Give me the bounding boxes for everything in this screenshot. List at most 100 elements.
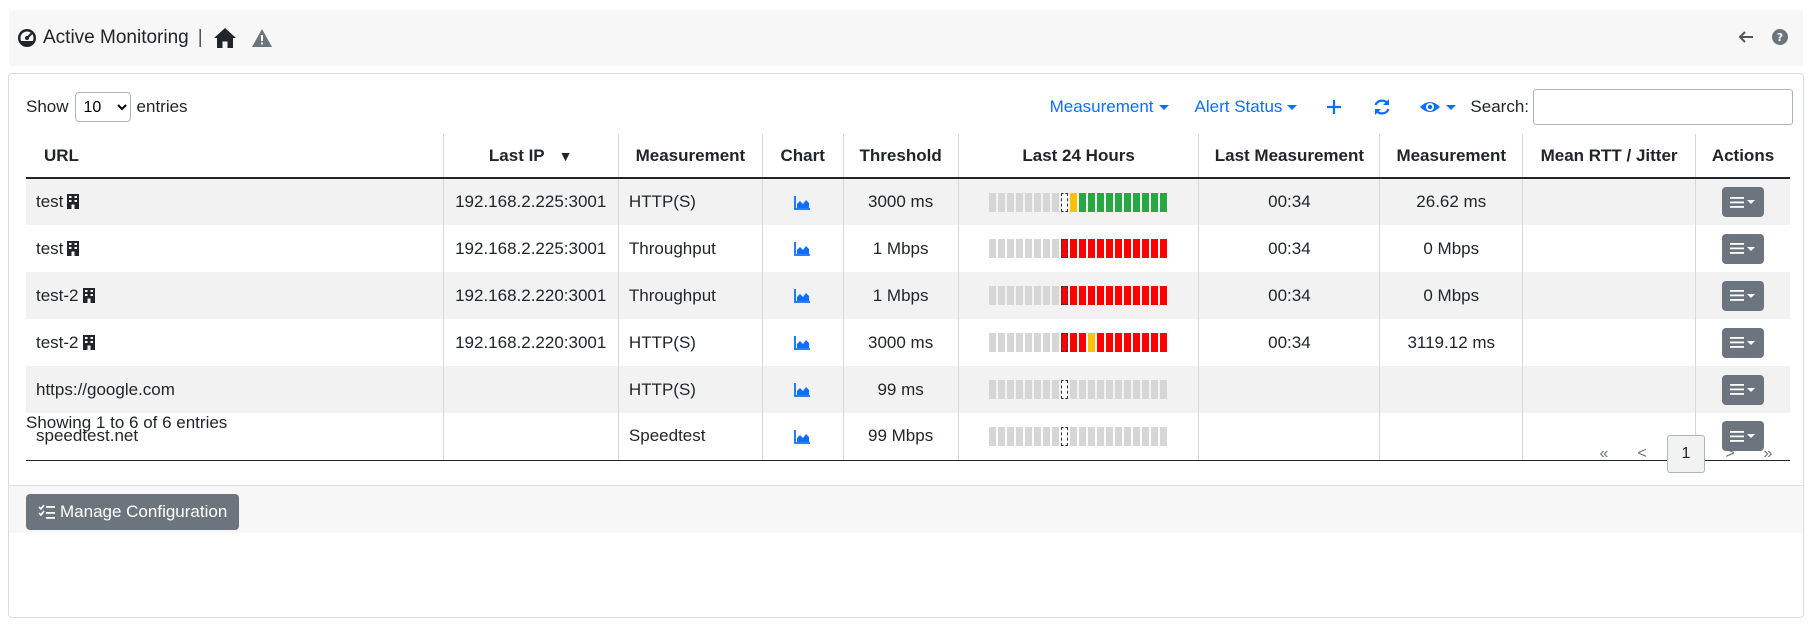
history-bar [1123, 426, 1131, 446]
search-label: Search: [1470, 97, 1529, 116]
threshold-text: 1 Mbps [872, 238, 929, 258]
history-bar [1024, 380, 1032, 399]
help-icon[interactable]: ? [1771, 28, 1789, 46]
history-bar [1087, 286, 1095, 305]
history-bar [1150, 380, 1158, 399]
threshold-text: 1 Mbps [872, 285, 929, 305]
measurement-value-text: 0 Mbps [1423, 285, 1480, 305]
cell-url[interactable]: test-2 [26, 272, 444, 319]
row-actions-button[interactable] [1721, 280, 1764, 311]
chart-area-icon[interactable] [794, 383, 811, 397]
page-current-button[interactable]: 1 [1667, 435, 1705, 473]
entries-label: entries [136, 97, 188, 116]
history-bar [1042, 239, 1050, 258]
column-header-last-24-hours[interactable]: Last 24 Hours [958, 134, 1200, 179]
add-icon[interactable] [1323, 96, 1345, 118]
url-text: test [36, 192, 64, 211]
history-bar [1060, 192, 1068, 212]
page-prev-button[interactable]: < [1623, 435, 1661, 473]
column-header-last-ip[interactable]: Last IP ▼ [443, 134, 619, 179]
page-last-button[interactable]: » [1749, 435, 1787, 473]
table-info: Showing 1 to 6 of 6 entries [26, 413, 228, 432]
history-bar [1114, 286, 1122, 305]
history-bar [1096, 192, 1104, 212]
list-icon [1730, 337, 1745, 348]
history-bar [988, 286, 996, 305]
row-actions-button[interactable] [1721, 374, 1764, 405]
cell-chart [762, 366, 844, 413]
threshold-text: 99 Mbps [868, 426, 934, 446]
threshold-text: 3000 ms [868, 332, 934, 352]
url-text: test-2 [36, 285, 79, 305]
column-header-measurement-value[interactable]: Measurement [1379, 134, 1524, 179]
visibility-dropdown[interactable] [1419, 96, 1457, 118]
history-bar [997, 426, 1005, 446]
manage-configuration-button[interactable]: Manage Configuration [26, 494, 240, 530]
column-header-threshold[interactable]: Threshold [843, 134, 959, 179]
column-header-actions: Actions [1695, 134, 1790, 179]
cell-last-ip [443, 366, 619, 413]
history-bar [1069, 286, 1077, 305]
column-header-last-measurement[interactable]: Last Measurement [1198, 134, 1381, 179]
row-actions-button[interactable] [1721, 187, 1764, 217]
cell-url[interactable]: https://google.com [26, 366, 444, 413]
page-first-button[interactable]: « [1585, 435, 1623, 473]
history-bar [1150, 192, 1158, 212]
measurement-filter-dropdown[interactable]: Measurement [1050, 97, 1169, 117]
manage-configuration-label: Manage Configuration [60, 502, 228, 521]
chart-area-icon[interactable] [794, 195, 811, 210]
measurement-type-text: HTTP(S) [628, 332, 696, 352]
refresh-icon[interactable] [1371, 96, 1393, 118]
measurement-type-text: HTTP(S) [628, 192, 696, 211]
history-bar [1006, 426, 1014, 446]
chart-area-icon[interactable] [794, 289, 811, 303]
history-bar [1024, 426, 1032, 446]
building-icon [67, 194, 80, 209]
history-bar [1024, 192, 1032, 212]
cell-measurement: HTTP(S) [618, 178, 763, 225]
history-bar [1114, 426, 1122, 446]
cell-measurement-value: 26.62 ms [1379, 178, 1524, 225]
chevron-down-icon [1446, 104, 1457, 110]
page-next-button[interactable]: > [1711, 435, 1749, 473]
page-size-select[interactable]: 102550100 [74, 92, 131, 122]
chart-area-icon[interactable] [794, 242, 811, 256]
chart-area-icon[interactable] [794, 336, 811, 350]
home-icon[interactable] [213, 27, 237, 49]
svg-text:?: ? [1777, 31, 1783, 44]
history-bar [1159, 333, 1167, 352]
measurement-type-text: HTTP(S) [628, 379, 696, 399]
warning-icon[interactable] [251, 28, 273, 48]
search-input[interactable] [1533, 89, 1793, 125]
history-bar [1132, 426, 1140, 446]
table-row: test-2 192.168.2.220:3001 Throughput 1 Mbps… [26, 272, 1790, 319]
chevron-down-icon [1747, 246, 1756, 251]
alert-status-filter-dropdown[interactable]: Alert Status [1195, 97, 1298, 117]
history-bar [1069, 426, 1077, 446]
cell-last-ip: 192.168.2.225:3001 [443, 178, 619, 225]
cell-url[interactable]: test-2 [26, 319, 444, 366]
history-bar [1033, 192, 1041, 212]
column-header-url[interactable]: URL [26, 134, 444, 179]
history-bar [1033, 286, 1041, 305]
history-bar [1132, 239, 1140, 258]
column-header-chart[interactable]: Chart [762, 134, 844, 179]
column-header-measurement[interactable]: Measurement [618, 134, 763, 179]
history-bar [988, 380, 996, 399]
history-bar [1015, 333, 1023, 352]
cell-last-24-hours [958, 413, 1200, 461]
row-actions-button[interactable] [1721, 327, 1764, 358]
cell-mean-rtt-jitter [1522, 272, 1696, 319]
measurement-type-text: Speedtest [628, 426, 706, 446]
history-bar [1069, 333, 1077, 352]
chart-area-icon[interactable] [794, 429, 811, 444]
history-bar [1087, 333, 1095, 352]
cell-url[interactable]: test [26, 225, 444, 272]
eye-icon [1420, 102, 1441, 112]
monitoring-card: Show 102550100 entries Measurement Alert… [8, 73, 1804, 618]
cell-url[interactable]: test [26, 178, 444, 225]
row-actions-button[interactable] [1721, 233, 1764, 264]
history-bar [1078, 239, 1086, 258]
back-arrow-icon[interactable] [1737, 28, 1755, 46]
column-header-mean-rtt-jitter[interactable]: Mean RTT / Jitter [1522, 134, 1696, 179]
